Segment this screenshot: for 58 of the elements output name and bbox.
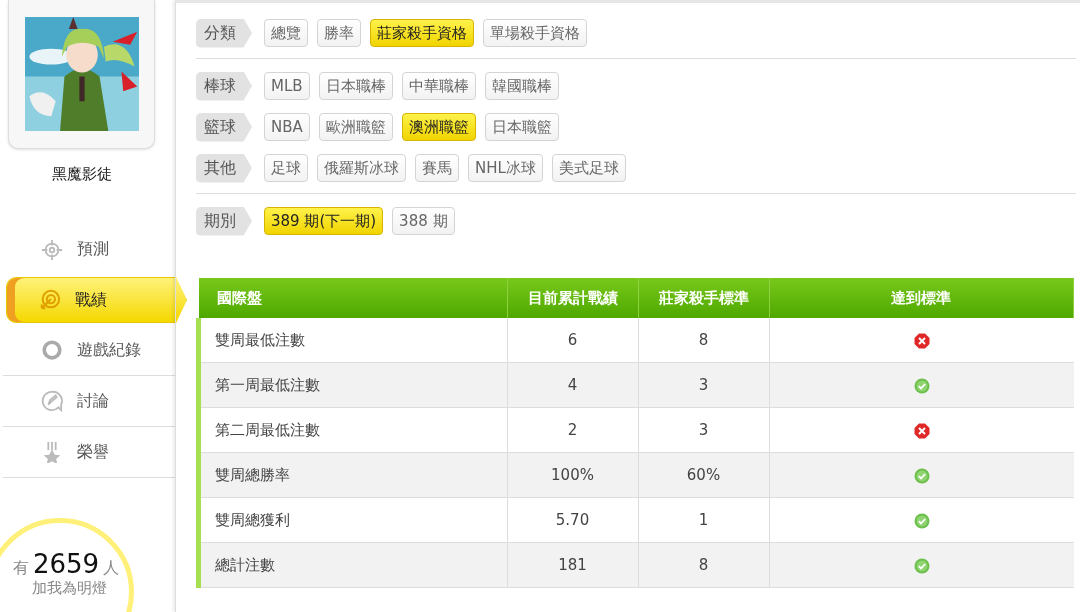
- table-cell: 4: [507, 362, 638, 408]
- filter-option[interactable]: 美式足球: [551, 154, 626, 182]
- nav-item[interactable]: 遊戲紀錄: [3, 325, 175, 376]
- table-cell: 5.70: [507, 497, 638, 543]
- filter-option[interactable]: 韓國職棒: [484, 72, 559, 100]
- column-header: 達到標準: [769, 278, 1074, 318]
- filter-label: 籃球: [196, 112, 252, 142]
- filter-label: 棒球: [196, 71, 252, 101]
- column-header: 目前累計戰績: [507, 278, 638, 318]
- table-cell: 1: [638, 497, 769, 543]
- nav-item[interactable]: 預測: [3, 224, 175, 275]
- table-cell: 雙周總勝率: [198, 452, 507, 498]
- filter-option[interactable]: 總覽: [264, 19, 308, 47]
- follower-count: 2659: [32, 549, 100, 579]
- nav-item[interactable]: 榮譽: [3, 427, 175, 478]
- filter-option[interactable]: NBA: [264, 113, 310, 141]
- filter-option[interactable]: 日本職籃: [484, 113, 559, 141]
- filter-option[interactable]: 莊家殺手資格: [370, 19, 474, 47]
- table-cell: 3: [638, 362, 769, 408]
- column-header: 國際盤: [198, 278, 507, 318]
- filter-option[interactable]: 中華職棒: [401, 72, 476, 100]
- filter-option[interactable]: MLB: [264, 72, 310, 100]
- filter-option[interactable]: 足球: [264, 154, 308, 182]
- filter-option[interactable]: NHL冰球: [468, 154, 543, 182]
- table-cell: 100%: [507, 452, 638, 498]
- target-icon: [39, 289, 61, 311]
- nav-item[interactable]: 戰績: [6, 277, 187, 323]
- filter-option[interactable]: 388 期: [392, 207, 455, 235]
- medal-icon: [41, 441, 63, 463]
- filter-option[interactable]: 賽馬: [415, 154, 459, 182]
- table-cell: 181: [507, 542, 638, 588]
- column-header: 莊家殺手標準: [638, 278, 769, 318]
- follower-suffix: 人: [103, 558, 120, 579]
- filter-option[interactable]: 389 期(下一期): [264, 207, 384, 235]
- nav-item[interactable]: 討論: [3, 376, 175, 427]
- filter-label: 其他: [196, 153, 252, 183]
- filter-option[interactable]: 歐洲職籃: [318, 113, 393, 141]
- filter-label: 分類: [196, 18, 252, 48]
- ring-icon: [41, 339, 63, 361]
- chat-pencil-icon: [41, 390, 63, 412]
- table-cell: 3: [638, 407, 769, 453]
- username: 黑魔影徒: [50, 165, 113, 184]
- table-cell: 6: [507, 318, 638, 363]
- crosshair-icon: [41, 238, 63, 261]
- filter-option[interactable]: 澳洲職籃: [401, 113, 476, 141]
- filter-option[interactable]: 日本職棒: [318, 72, 393, 100]
- filter-option[interactable]: 勝率: [317, 19, 361, 47]
- table-cell: 第一周最低注數: [198, 362, 507, 408]
- table-cell: 60%: [638, 452, 769, 498]
- table-cell: 2: [507, 407, 638, 453]
- filter-option[interactable]: 俄羅斯冰球: [317, 154, 406, 182]
- table-cell: 8: [638, 542, 769, 588]
- table-cell: 總計注數: [198, 542, 507, 588]
- filter-label: 期別: [196, 206, 252, 236]
- filter-option[interactable]: 單場殺手資格: [483, 19, 587, 47]
- table-cell: 8: [638, 318, 769, 363]
- follower-prefix: 有: [12, 558, 29, 579]
- follower-caption: 加我為明燈: [30, 579, 107, 598]
